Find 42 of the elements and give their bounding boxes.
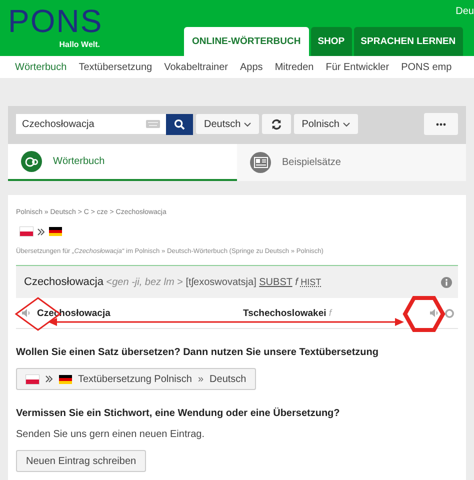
nav-link[interactable]: Mitreden bbox=[274, 62, 314, 72]
header-tab[interactable]: ONLINE-WÖRTERBUCH bbox=[184, 27, 309, 56]
caret-icon bbox=[342, 122, 350, 126]
dictionary-icon bbox=[24, 156, 38, 168]
mode-tab[interactable]: Beispielsätze bbox=[237, 144, 466, 181]
text-translation-button[interactable]: Textübersetzung Polnisch » Deutsch bbox=[16, 368, 256, 390]
new-entry-button[interactable]: Neuen Eintrag schreiben bbox=[16, 450, 146, 472]
chevron-icon bbox=[45, 375, 53, 383]
header-tab[interactable]: SPRACHEN LERNEN bbox=[354, 27, 463, 56]
target-word: Tschechoslowakei f bbox=[243, 308, 334, 318]
search-icon bbox=[174, 118, 185, 130]
logo[interactable]: PONS bbox=[8, 2, 103, 40]
newspaper-icon bbox=[254, 157, 268, 168]
section-heading: Wollen Sie einen Satz übersetzen? Dann nutzen Sie unsere Textübersetzung bbox=[16, 347, 378, 358]
source-language-dropdown[interactable]: Deutsch bbox=[196, 114, 259, 134]
nav-link[interactable]: Vokabeltrainer bbox=[164, 62, 228, 72]
entry-headword: Czechosłowacja <gen -ji, bez lm > [tʃexoswovatsja] SUBST f HIST bbox=[24, 276, 322, 288]
tagline: Hallo Welt. bbox=[59, 40, 100, 49]
refresh-icon bbox=[270, 118, 282, 130]
nav-link[interactable]: Für Entwickler bbox=[326, 62, 390, 72]
speaker-icon[interactable] bbox=[430, 309, 439, 317]
more-button[interactable] bbox=[424, 113, 458, 135]
section-heading: Vermissen Sie ein Stichwort, eine Wendung oder eine Übersetzung? bbox=[16, 408, 340, 419]
search-field[interactable]: Czechosłowacja bbox=[16, 114, 166, 134]
swap-button[interactable] bbox=[262, 114, 291, 134]
polish-flag-icon bbox=[26, 374, 39, 384]
nav-link[interactable]: Textübersetzung bbox=[78, 62, 152, 72]
speaker-icon[interactable] bbox=[22, 309, 31, 317]
nav-link[interactable]: Wörterbuch bbox=[15, 62, 67, 72]
german-flag-icon bbox=[49, 227, 62, 236]
info-icon[interactable] bbox=[441, 276, 452, 288]
more-icon bbox=[436, 122, 446, 126]
german-flag-icon bbox=[59, 374, 72, 384]
header-tab[interactable]: SHOP bbox=[310, 27, 352, 56]
search-button[interactable] bbox=[166, 114, 193, 134]
nav-link[interactable]: Apps bbox=[240, 62, 263, 72]
chevron-icon bbox=[37, 228, 45, 236]
nav-link[interactable]: PONS emp bbox=[401, 62, 452, 72]
hint-text: Senden Sie uns gern einen neuen Eintrag. bbox=[16, 429, 204, 440]
target-language-dropdown[interactable]: Polnisch bbox=[294, 114, 358, 134]
mode-tab[interactable]: Wörterbuch bbox=[8, 144, 237, 181]
caret-icon bbox=[244, 122, 251, 126]
